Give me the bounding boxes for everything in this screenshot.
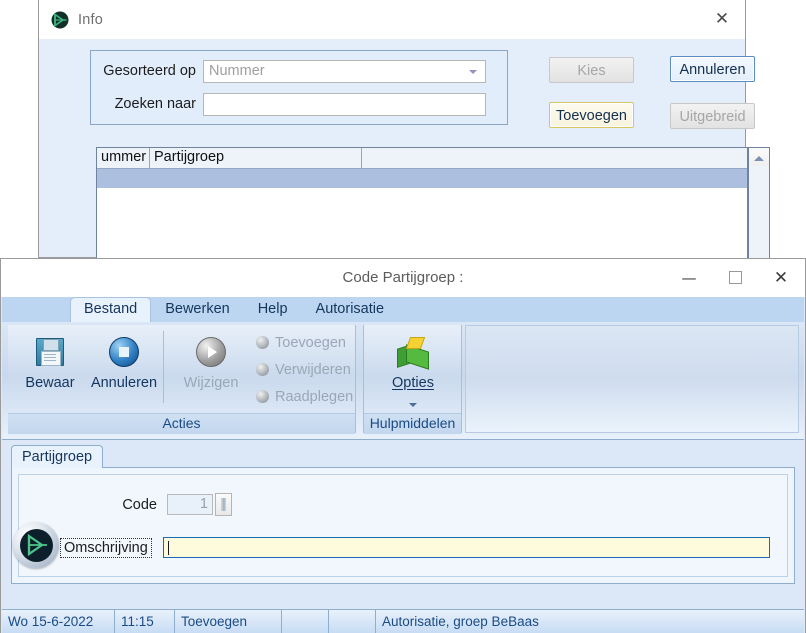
code-input[interactable]: 1 <box>167 494 213 515</box>
ribbon: Bewaar Annuleren Wijzigen Toevoegen Verw… <box>2 322 804 440</box>
code-partijgroep-window: Code Partijgroep : — ✕ Bestand Bewerken … <box>0 258 806 633</box>
ribbon-group-caption-acties: Acties <box>8 413 355 434</box>
statusbar: Wo 15-6-2022 11:15 Toevoegen Autorisatie… <box>2 609 804 633</box>
info-dialog-titlebar: Info ✕ <box>39 0 745 39</box>
view-icon <box>256 390 269 403</box>
status-time: 11:15 <box>115 610 175 633</box>
info-result-list[interactable]: ummer Partijgroep <box>96 147 748 258</box>
chevron-down-icon[interactable] <box>373 394 453 412</box>
column-header-partijgroep[interactable]: Partijgroep <box>150 148 362 168</box>
info-search-panel: Gesorteerd op Nummer Zoeken naar <box>90 50 508 125</box>
search-input[interactable] <box>203 92 486 116</box>
text-cursor <box>167 541 169 555</box>
tab-partijgroep[interactable]: Partijgroep <box>11 445 104 468</box>
sort-row: Gesorteerd op Nummer <box>91 58 507 84</box>
list-header: ummer Partijgroep <box>97 148 747 169</box>
sort-dropdown[interactable]: Nummer <box>203 59 486 83</box>
table-row[interactable] <box>97 169 747 188</box>
uitgebreid-button[interactable]: Uitgebreid <box>670 103 755 129</box>
status-mode: Toevoegen <box>175 610 282 633</box>
raadplegen-ribbon-button[interactable]: Raadplegen <box>256 385 353 408</box>
partijgroep-panel: Code 1 Omschrijving <box>11 467 795 584</box>
status-date: Wo 15-6-2022 <box>2 610 115 633</box>
omschrijving-field-row: Omschrijving <box>19 537 770 558</box>
bewaar-label: Bewaar <box>25 375 75 391</box>
play-circle-icon <box>171 329 251 375</box>
ribbon-group-hulpmiddelen: Opties Hulpmiddelen <box>363 325 462 434</box>
bebaas-logo-icon <box>13 522 59 568</box>
scroll-up-icon[interactable] <box>749 148 769 166</box>
omschrijving-label: Omschrijving <box>60 537 152 558</box>
sort-label: Gesorteerd op <box>103 63 196 79</box>
kies-button[interactable]: Kies <box>549 57 634 83</box>
chevron-down-icon <box>469 69 477 74</box>
info-icon[interactable] <box>215 493 232 516</box>
info-dialog-title: Info <box>78 11 103 28</box>
status-authorization: Autorisatie, groep BeBaas <box>382 614 539 629</box>
opties-button[interactable]: Opties <box>373 329 453 412</box>
omschrijving-input[interactable] <box>162 537 770 558</box>
tab-bewerken[interactable]: Bewerken <box>151 298 243 322</box>
verwijderen-ribbon-button[interactable]: Verwijderen <box>256 358 351 381</box>
status-cell-5 <box>329 610 376 633</box>
info-dialog-window: Info ✕ Gesorteerd op Nummer Zoeken naar … <box>38 0 770 258</box>
menu-tabstrip: Bestand Bewerken Help Autorisatie <box>2 297 804 322</box>
column-header-blank[interactable] <box>362 148 747 168</box>
green-cube-icon <box>373 329 453 375</box>
bebaas-logo-icon <box>51 11 69 29</box>
tab-autorisatie[interactable]: Autorisatie <box>302 298 399 322</box>
toevoegen-button[interactable]: Toevoegen <box>549 102 634 128</box>
opties-label: Opties <box>392 375 434 391</box>
main-titlebar: Code Partijgroep : — ✕ <box>1 259 805 297</box>
search-row: Zoeken naar <box>91 91 507 117</box>
toevoegen-ribbon-button[interactable]: Toevoegen <box>256 331 346 354</box>
ribbon-group-acties-body: Bewaar Annuleren Wijzigen Toevoegen Verw… <box>8 325 355 413</box>
bewaar-button[interactable]: Bewaar <box>10 329 90 391</box>
ribbon-group-acties: Bewaar Annuleren Wijzigen Toevoegen Verw… <box>8 325 356 434</box>
ribbon-divider <box>163 331 164 403</box>
wijzigen-button[interactable]: Wijzigen <box>171 329 251 391</box>
toevoegen-ribbon-label: Toevoegen <box>275 334 346 351</box>
list-vertical-scrollbar[interactable] <box>748 147 770 258</box>
minimize-icon[interactable]: — <box>666 259 712 296</box>
save-floppy-icon <box>10 329 90 375</box>
close-icon[interactable]: ✕ <box>758 259 804 296</box>
search-label: Zoeken naar <box>114 96 196 112</box>
tab-bestand[interactable]: Bestand <box>70 297 152 322</box>
partijgroep-panel-inner: Code 1 Omschrijving <box>18 474 788 577</box>
annuleren-button[interactable]: Annuleren <box>670 56 755 82</box>
ribbon-empty-area <box>465 325 799 433</box>
annuleren-ribbon-label: Annuleren <box>90 375 158 391</box>
code-label: Code <box>122 496 157 513</box>
content-area: Partijgroep Code 1 Omschrijving <box>11 445 795 606</box>
raadplegen-ribbon-label: Raadplegen <box>275 388 354 405</box>
code-field-row: Code 1 <box>19 493 232 516</box>
column-header-nummer[interactable]: ummer <box>97 148 150 168</box>
ribbon-group-hulpmiddelen-body: Opties <box>364 325 461 413</box>
tab-help[interactable]: Help <box>244 298 302 322</box>
annuleren-ribbon-button[interactable]: Annuleren <box>84 329 164 391</box>
wijzigen-label: Wijzigen <box>183 375 239 391</box>
cancel-circle-icon <box>84 329 164 375</box>
add-icon <box>256 336 269 349</box>
delete-icon <box>256 363 269 376</box>
status-cell-4 <box>282 610 329 633</box>
maximize-icon[interactable] <box>712 259 758 296</box>
verwijderen-ribbon-label: Verwijderen <box>275 361 351 378</box>
close-icon[interactable]: ✕ <box>699 0 745 38</box>
sort-dropdown-value: Nummer <box>209 63 265 79</box>
ribbon-group-caption-hulpmiddelen: Hulpmiddelen <box>364 413 461 434</box>
